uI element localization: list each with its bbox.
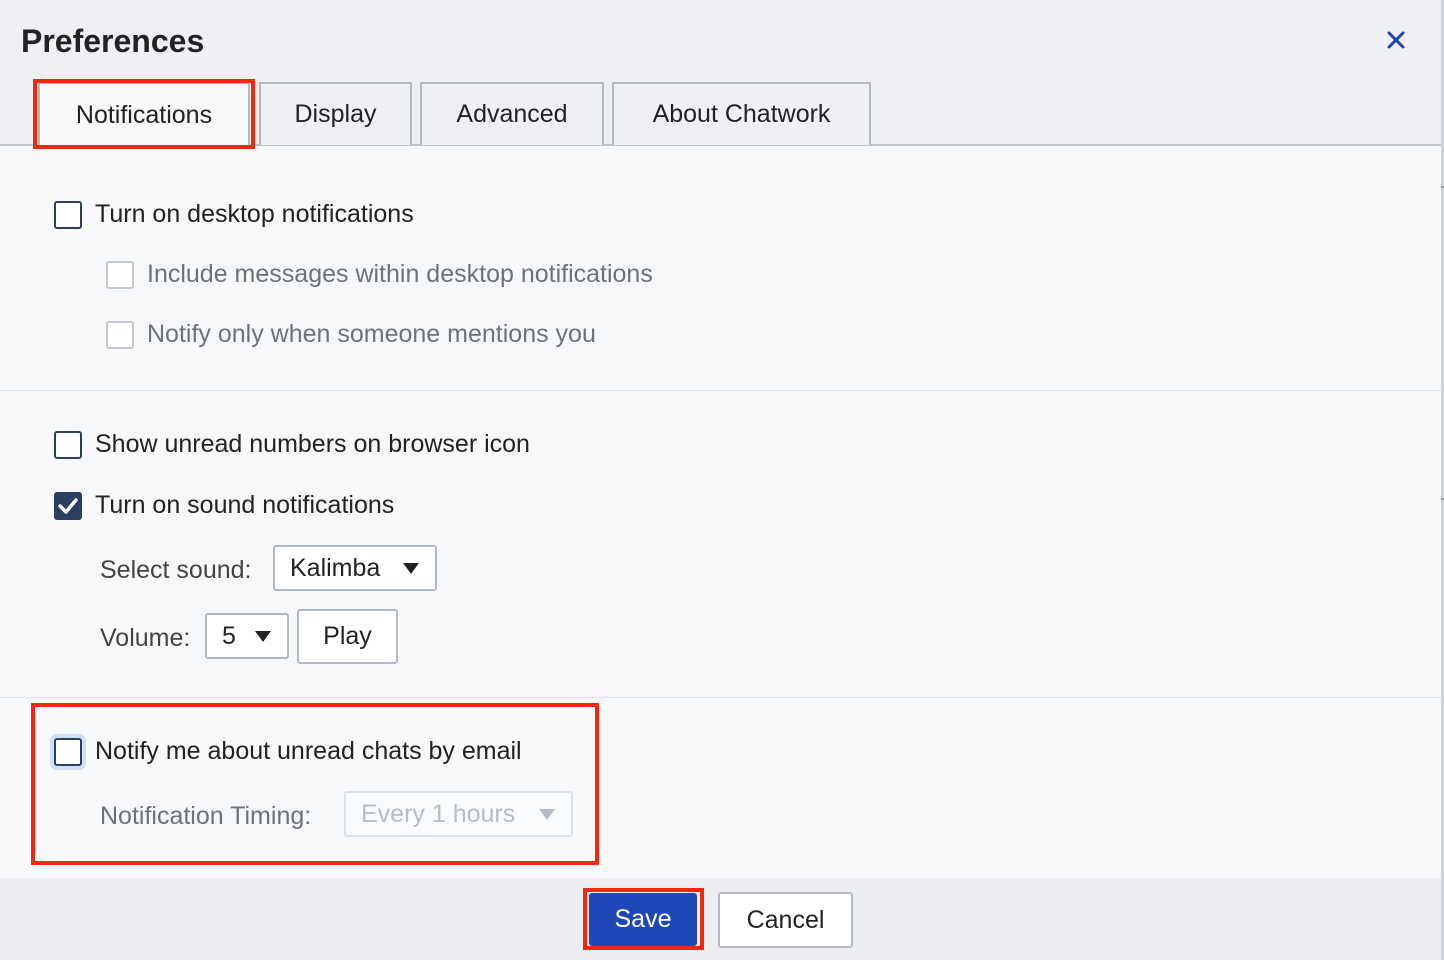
- unread-numbers-checkbox[interactable]: [54, 430, 82, 459]
- volume-select-value: 5: [222, 621, 236, 650]
- notifications-panel: Turn on desktop notifications Include me…: [0, 146, 1441, 878]
- email-notifications-option: Notify me about unread chats by email: [54, 737, 522, 766]
- section-divider: [0, 390, 1441, 391]
- preferences-dialog: Preferences Notifications Display Advanc…: [0, 0, 1444, 960]
- save-button[interactable]: Save: [589, 893, 697, 946]
- play-button[interactable]: Play: [297, 609, 398, 664]
- tab-about-chatwork[interactable]: About Chatwork: [612, 82, 871, 145]
- notification-timing-value: Every 1 hours: [361, 799, 516, 828]
- notification-timing-select[interactable]: Every 1 hours: [344, 791, 573, 837]
- tab-label: Advanced: [456, 100, 568, 128]
- save-button-label: Save: [614, 905, 672, 933]
- sound-notifications-option: Turn on sound notifications: [54, 491, 394, 520]
- mentions-only-label: Notify only when someone mentions you: [147, 320, 596, 348]
- checkmark-icon: [58, 497, 78, 514]
- unread-numbers-option: Show unread numbers on browser icon: [54, 430, 530, 459]
- email-notifications-label: Notify me about unread chats by email: [95, 737, 522, 765]
- play-button-label: Play: [323, 622, 372, 650]
- select-sound-label: Select sound:: [100, 556, 252, 584]
- cancel-button[interactable]: Cancel: [718, 892, 853, 948]
- sound-select-value: Kalimba: [290, 553, 381, 582]
- notification-timing-label: Notification Timing:: [100, 802, 312, 830]
- sound-select[interactable]: Kalimba: [273, 545, 437, 591]
- tab-label: Display: [294, 100, 377, 128]
- chevron-down-icon: [539, 809, 555, 820]
- chevron-down-icon: [255, 631, 271, 642]
- close-icon: [1387, 31, 1405, 49]
- tab-label: Notifications: [75, 101, 213, 129]
- sound-notifications-label: Turn on sound notifications: [95, 491, 395, 519]
- email-notifications-checkbox[interactable]: [54, 737, 82, 766]
- dialog-title: Preferences: [21, 23, 205, 59]
- volume-select[interactable]: 5: [205, 613, 289, 659]
- mentions-only-checkbox[interactable]: [106, 320, 134, 349]
- desktop-notifications-option: Turn on desktop notifications: [54, 200, 414, 229]
- include-messages-option: Include messages within desktop notifica…: [106, 260, 653, 289]
- close-button[interactable]: [1380, 24, 1412, 56]
- tab-label: About Chatwork: [652, 100, 831, 128]
- mentions-only-option: Notify only when someone mentions you: [106, 320, 596, 349]
- tab-advanced[interactable]: Advanced: [420, 82, 604, 145]
- include-messages-checkbox[interactable]: [106, 260, 134, 289]
- section-divider: [0, 697, 1441, 698]
- cancel-button-label: Cancel: [746, 905, 825, 934]
- unread-numbers-label: Show unread numbers on browser icon: [95, 430, 530, 458]
- tab-notifications[interactable]: Notifications: [38, 82, 250, 147]
- tab-display[interactable]: Display: [259, 82, 412, 145]
- chevron-down-icon: [403, 563, 419, 574]
- desktop-notifications-label: Turn on desktop notifications: [95, 200, 414, 228]
- desktop-notifications-checkbox[interactable]: [54, 200, 82, 229]
- sound-notifications-checkbox[interactable]: [54, 491, 82, 520]
- include-messages-label: Include messages within desktop notifica…: [147, 260, 653, 288]
- volume-label: Volume:: [100, 624, 191, 652]
